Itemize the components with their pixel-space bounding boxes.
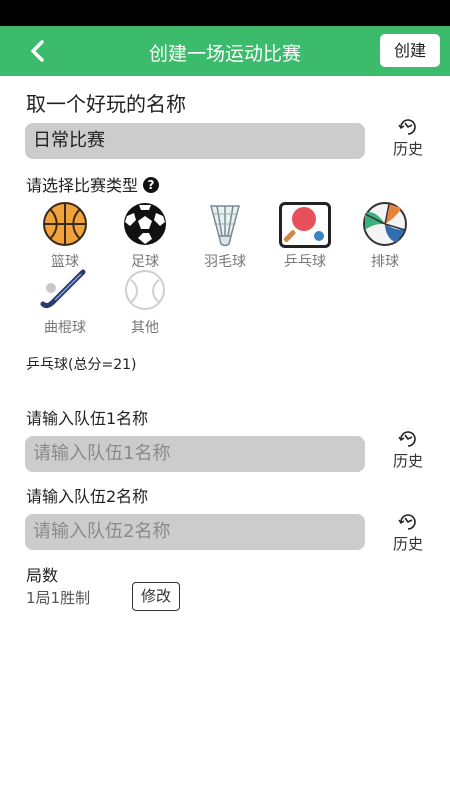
app-bar: 创建一场运动比赛 创建 <box>0 26 450 76</box>
team1-title: 请输入队伍1名称 <box>26 409 149 428</box>
team1-input[interactable]: 请输入队伍1名称 <box>25 436 365 472</box>
status-bar <box>0 0 450 26</box>
sport-label: 其他 <box>131 320 159 336</box>
modify-rounds-button[interactable]: 修改 <box>132 582 180 611</box>
rounds-value: 1局1胜制 <box>26 589 91 607</box>
hockey-stick-icon <box>40 269 86 309</box>
sport-badminton[interactable]: 羽毛球 <box>195 202 255 272</box>
history-hand-icon <box>398 119 416 135</box>
type-section-title: 请选择比赛类型? <box>26 172 160 196</box>
sport-soccer[interactable]: 足球 <box>115 202 175 272</box>
team1-history-button[interactable]: 历史 <box>388 430 428 471</box>
shuttlecock-icon <box>210 205 240 247</box>
ping-pong-icon <box>283 207 324 242</box>
team2-history-button[interactable]: 历史 <box>388 513 428 554</box>
sport-label: 排球 <box>371 254 399 270</box>
team2-input[interactable]: 请输入队伍2名称 <box>25 514 365 550</box>
match-name-input[interactable]: 日常比赛 <box>25 123 365 159</box>
create-button[interactable]: 创建 <box>380 34 440 67</box>
name-history-button[interactable]: 历史 <box>388 118 428 159</box>
question-mark-icon[interactable]: ? <box>143 177 160 193</box>
sport-label: 曲棍球 <box>44 320 86 336</box>
selected-rule-text: 乒乓球(总分=21) <box>26 357 137 373</box>
sport-basketball[interactable]: 篮球 <box>35 202 95 272</box>
volleyball-icon <box>363 202 407 246</box>
sport-other[interactable]: 其他 <box>115 268 175 338</box>
history-label: 历史 <box>392 535 423 553</box>
team2-title: 请输入队伍2名称 <box>26 487 149 506</box>
type-section-label: 请选择比赛类型 <box>26 176 139 195</box>
rounds-title: 局数 <box>26 566 59 585</box>
history-label: 历史 <box>392 140 423 158</box>
history-label: 历史 <box>392 452 423 470</box>
other-ball-icon <box>125 270 165 310</box>
soccer-ball-icon <box>124 203 166 245</box>
name-section-title: 取一个好玩的名称 <box>26 92 186 116</box>
history-hand-icon <box>398 431 416 447</box>
history-hand-icon <box>398 514 416 530</box>
sport-label: 羽毛球 <box>204 254 246 270</box>
basketball-icon <box>43 202 87 246</box>
sport-volleyball[interactable]: 排球 <box>355 202 415 272</box>
sport-label: 乒乓球 <box>284 254 326 270</box>
sport-hockey[interactable]: 曲棍球 <box>35 268 95 338</box>
sport-ping-pong[interactable]: 乒乓球 <box>275 202 335 272</box>
